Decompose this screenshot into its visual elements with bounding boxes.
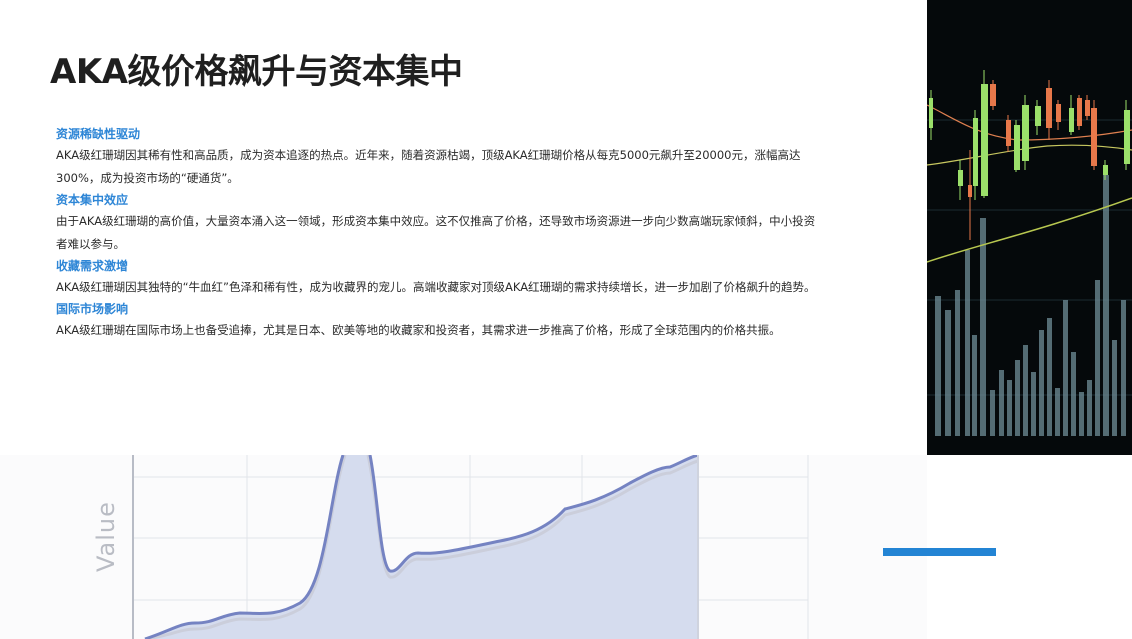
accent-bar	[883, 548, 996, 556]
sections: 资源稀缺性驱动 AKA级红珊瑚因其稀有性和高品质，成为资本追逐的热点。近年来，随…	[56, 124, 816, 342]
section-capital-concentration: 资本集中效应 由于AKA级红珊瑚的高价值，大量资本涌入这一领域，形成资本集中效应…	[56, 190, 816, 256]
section-international-market: 国际市场影响 AKA级红珊瑚在国际市场上也备受追捧，尤其是日本、欧美等地的收藏家…	[56, 299, 816, 342]
section-body: AKA级红珊瑚因其稀有性和高品质，成为资本追逐的热点。近年来，随着资源枯竭，顶级…	[56, 148, 801, 185]
section-resource-scarcity: 资源稀缺性驱动 AKA级红珊瑚因其稀有性和高品质，成为资本追逐的热点。近年来，随…	[56, 124, 816, 190]
area-chart-graphic	[132, 455, 809, 639]
slide: Value AKA级价格飙升与资本集中 资源稀缺性驱动 AKA级红珊瑚因其稀有性…	[0, 0, 1132, 639]
section-body: AKA级红珊瑚因其独特的“牛血红”色泽和稀有性，成为收藏界的宠儿。高端收藏家对顶…	[56, 280, 816, 294]
section-heading: 资源稀缺性驱动	[56, 127, 141, 141]
section-body: 由于AKA级红珊瑚的高价值，大量资本涌入这一领域，形成资本集中效应。这不仅推高了…	[56, 214, 816, 251]
background-area-chart: Value	[0, 455, 927, 639]
content-panel: AKA级价格飙升与资本集中 资源稀缺性驱动 AKA级红珊瑚因其稀有性和高品质，成…	[0, 0, 927, 455]
section-body: AKA级红珊瑚在国际市场上也备受追捧，尤其是日本、欧美等地的收藏家和投资者，其需…	[56, 323, 781, 337]
section-collection-demand: 收藏需求激增 AKA级红珊瑚因其独特的“牛血红”色泽和稀有性，成为收藏界的宠儿。…	[56, 256, 816, 299]
candlestick-icon	[927, 0, 1132, 455]
section-heading: 资本集中效应	[56, 193, 129, 207]
section-heading: 国际市场影响	[56, 302, 129, 316]
page-title: AKA级价格飙升与资本集中	[50, 52, 463, 92]
section-heading: 收藏需求激增	[56, 259, 129, 273]
axis-label-value: Value	[92, 501, 120, 572]
candlestick-chart-photo	[927, 0, 1132, 455]
